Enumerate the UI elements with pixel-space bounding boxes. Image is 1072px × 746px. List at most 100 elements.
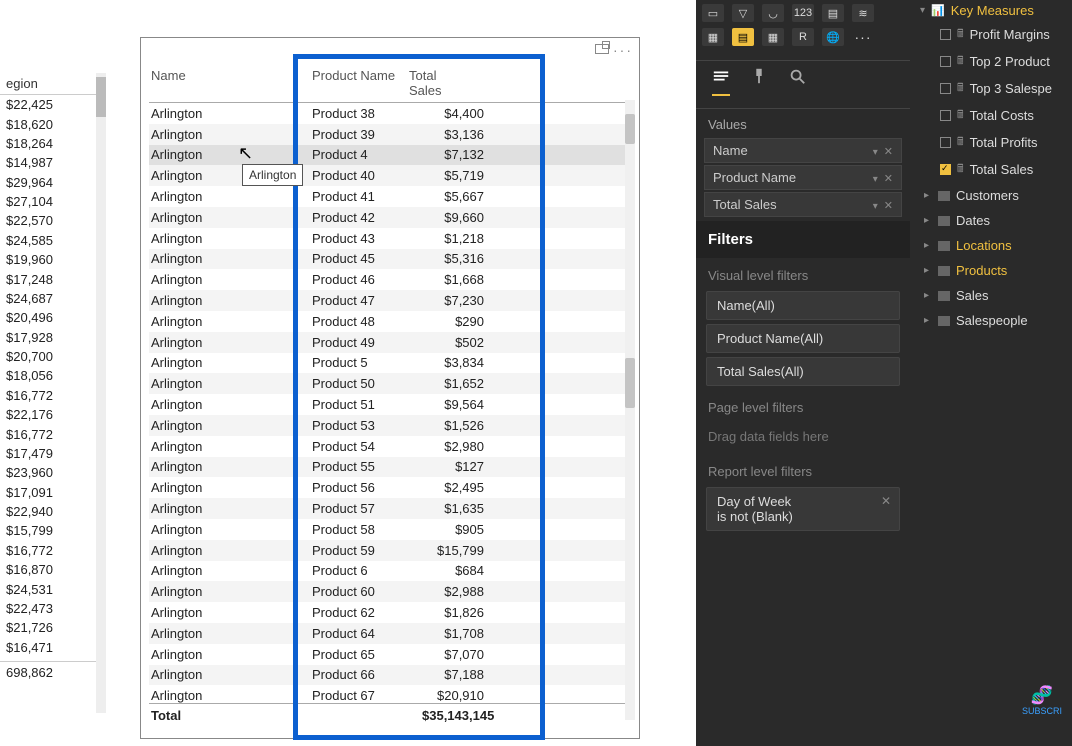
table-visual[interactable]: ··· Name Product Name Total Sales Arling…	[140, 37, 640, 739]
table-row[interactable]: ArlingtonProduct 55$127	[149, 457, 629, 478]
key-measures-group[interactable]: ▾ 📊 Key Measures	[910, 0, 1072, 21]
table-row[interactable]: ArlingtonProduct 6$684	[149, 561, 629, 582]
left-value[interactable]: $17,479	[0, 444, 105, 463]
table-row[interactable]: ArlingtonProduct 4$7,132	[149, 145, 629, 166]
table-row[interactable]: ArlingtonProduct 57$1,635	[149, 498, 629, 519]
remove-filter-icon[interactable]: ✕	[881, 494, 891, 508]
visual-filter-item[interactable]: Total Sales(All)	[706, 357, 900, 386]
field-measure-item[interactable]: 🖩Top 2 Product	[910, 48, 1072, 75]
field-table-item[interactable]: ▸Products	[910, 258, 1072, 283]
left-value[interactable]: $18,620	[0, 114, 105, 133]
table-row[interactable]: ArlingtonProduct 43$1,218	[149, 228, 629, 249]
left-value[interactable]: $18,056	[0, 366, 105, 385]
left-value[interactable]: $16,471	[0, 638, 105, 657]
viz-globe-icon[interactable]: 🌐	[822, 28, 844, 46]
table-row[interactable]: ArlingtonProduct 49$502	[149, 332, 629, 353]
left-scrollbar[interactable]	[96, 73, 106, 713]
field-table-item[interactable]: ▸Sales	[910, 283, 1072, 308]
left-value[interactable]: $19,960	[0, 250, 105, 269]
left-value[interactable]: $22,570	[0, 211, 105, 230]
col-sales-header[interactable]: Total Sales	[409, 68, 469, 98]
left-value[interactable]: $27,104	[0, 192, 105, 211]
left-value[interactable]: $22,425	[0, 95, 105, 114]
visual-filter-item[interactable]: Name(All)	[706, 291, 900, 320]
field-table-item[interactable]: ▸Locations	[910, 233, 1072, 258]
table-scrollbar[interactable]	[625, 100, 635, 720]
format-tab-icon[interactable]	[750, 67, 768, 96]
left-value[interactable]: $15,799	[0, 521, 105, 540]
left-header[interactable]: egion	[0, 73, 105, 95]
table-row[interactable]: ArlingtonProduct 40$5,719	[149, 165, 629, 186]
focus-mode-icon[interactable]	[595, 44, 609, 54]
field-well-item[interactable]: Name▾✕	[704, 138, 902, 163]
left-value[interactable]: $14,987	[0, 153, 105, 172]
left-value[interactable]: $16,870	[0, 560, 105, 579]
left-value[interactable]: $17,091	[0, 483, 105, 502]
table-row[interactable]: ArlingtonProduct 53$1,526	[149, 415, 629, 436]
table-row[interactable]: ArlingtonProduct 51$9,564	[149, 394, 629, 415]
viz-gauge-icon[interactable]: ◡	[762, 4, 784, 22]
table-row[interactable]: ArlingtonProduct 47$7,230	[149, 290, 629, 311]
left-value[interactable]: $22,473	[0, 599, 105, 618]
field-well-item[interactable]: Total Sales▾✕	[704, 192, 902, 217]
table-row[interactable]: ArlingtonProduct 64$1,708	[149, 623, 629, 644]
table-row[interactable]: ArlingtonProduct 46$1,668	[149, 269, 629, 290]
chevron-down-icon[interactable]: ▾	[873, 201, 878, 212]
viz-r-icon[interactable]: R	[792, 28, 814, 46]
left-value[interactable]: $20,700	[0, 347, 105, 366]
table-row[interactable]: ArlingtonProduct 50$1,652	[149, 373, 629, 394]
left-value[interactable]: $20,496	[0, 308, 105, 327]
viz-kpi-icon[interactable]: ≋	[852, 4, 874, 22]
left-value[interactable]: $17,928	[0, 328, 105, 347]
checkbox[interactable]	[940, 83, 951, 94]
left-value[interactable]: $22,940	[0, 502, 105, 521]
left-value[interactable]: $22,176	[0, 405, 105, 424]
table-row[interactable]: ArlingtonProduct 66$7,188	[149, 665, 629, 686]
table-row[interactable]: ArlingtonProduct 42$9,660	[149, 207, 629, 228]
checkbox[interactable]	[940, 29, 951, 40]
table-row[interactable]: ArlingtonProduct 5$3,834	[149, 353, 629, 374]
subscribe-logo[interactable]: 🧬 SUBSCRI	[1022, 685, 1062, 716]
left-value[interactable]: $24,531	[0, 579, 105, 598]
fields-tab-icon[interactable]	[712, 67, 730, 96]
remove-icon[interactable]: ✕	[884, 200, 893, 212]
table-row[interactable]: ArlingtonProduct 45$5,316	[149, 249, 629, 270]
viz-multicard-icon[interactable]: ▤	[822, 4, 844, 22]
col-product-header[interactable]: Product Name	[312, 68, 409, 98]
table-row[interactable]: ArlingtonProduct 67$20,910	[149, 685, 629, 703]
viz-slicer-icon[interactable]: ▦	[702, 28, 724, 46]
chevron-down-icon[interactable]: ▾	[873, 147, 878, 158]
viz-stacked-bar-icon[interactable]: ▭	[702, 4, 724, 22]
table-row[interactable]: ArlingtonProduct 54$2,980	[149, 436, 629, 457]
left-value[interactable]: $16,772	[0, 541, 105, 560]
left-value[interactable]: $21,726	[0, 618, 105, 637]
checkbox[interactable]	[940, 56, 951, 67]
checkbox[interactable]	[940, 164, 951, 175]
col-name-header[interactable]: Name	[149, 68, 312, 98]
field-table-item[interactable]: ▸Salespeople	[910, 308, 1072, 333]
field-table-item[interactable]: ▸Dates	[910, 208, 1072, 233]
viz-funnel-icon[interactable]: ▽	[732, 4, 754, 22]
left-value[interactable]: $24,585	[0, 231, 105, 250]
field-measure-item[interactable]: 🖩Total Profits	[910, 129, 1072, 156]
field-measure-item[interactable]: 🖩Total Sales	[910, 156, 1072, 183]
table-row[interactable]: ArlingtonProduct 59$15,799	[149, 540, 629, 561]
viz-card-icon[interactable]: 123	[792, 4, 814, 22]
field-table-item[interactable]: ▸Customers	[910, 183, 1072, 208]
checkbox[interactable]	[940, 137, 951, 148]
left-value[interactable]: $29,964	[0, 173, 105, 192]
table-row[interactable]: ArlingtonProduct 62$1,826	[149, 602, 629, 623]
analytics-tab-icon[interactable]	[788, 67, 806, 96]
table-row[interactable]: ArlingtonProduct 39$3,136	[149, 124, 629, 145]
table-row[interactable]: ArlingtonProduct 41$5,667	[149, 186, 629, 207]
table-row[interactable]: ArlingtonProduct 56$2,495	[149, 477, 629, 498]
left-value[interactable]: $24,687	[0, 289, 105, 308]
table-row[interactable]: ArlingtonProduct 60$2,988	[149, 581, 629, 602]
table-row[interactable]: ArlingtonProduct 58$905	[149, 519, 629, 540]
field-measure-item[interactable]: 🖩Profit Margins	[910, 21, 1072, 48]
checkbox[interactable]	[940, 110, 951, 121]
left-value[interactable]: $18,264	[0, 134, 105, 153]
field-measure-item[interactable]: 🖩Total Costs	[910, 102, 1072, 129]
left-value[interactable]: $23,960	[0, 463, 105, 482]
left-value[interactable]: $16,772	[0, 386, 105, 405]
